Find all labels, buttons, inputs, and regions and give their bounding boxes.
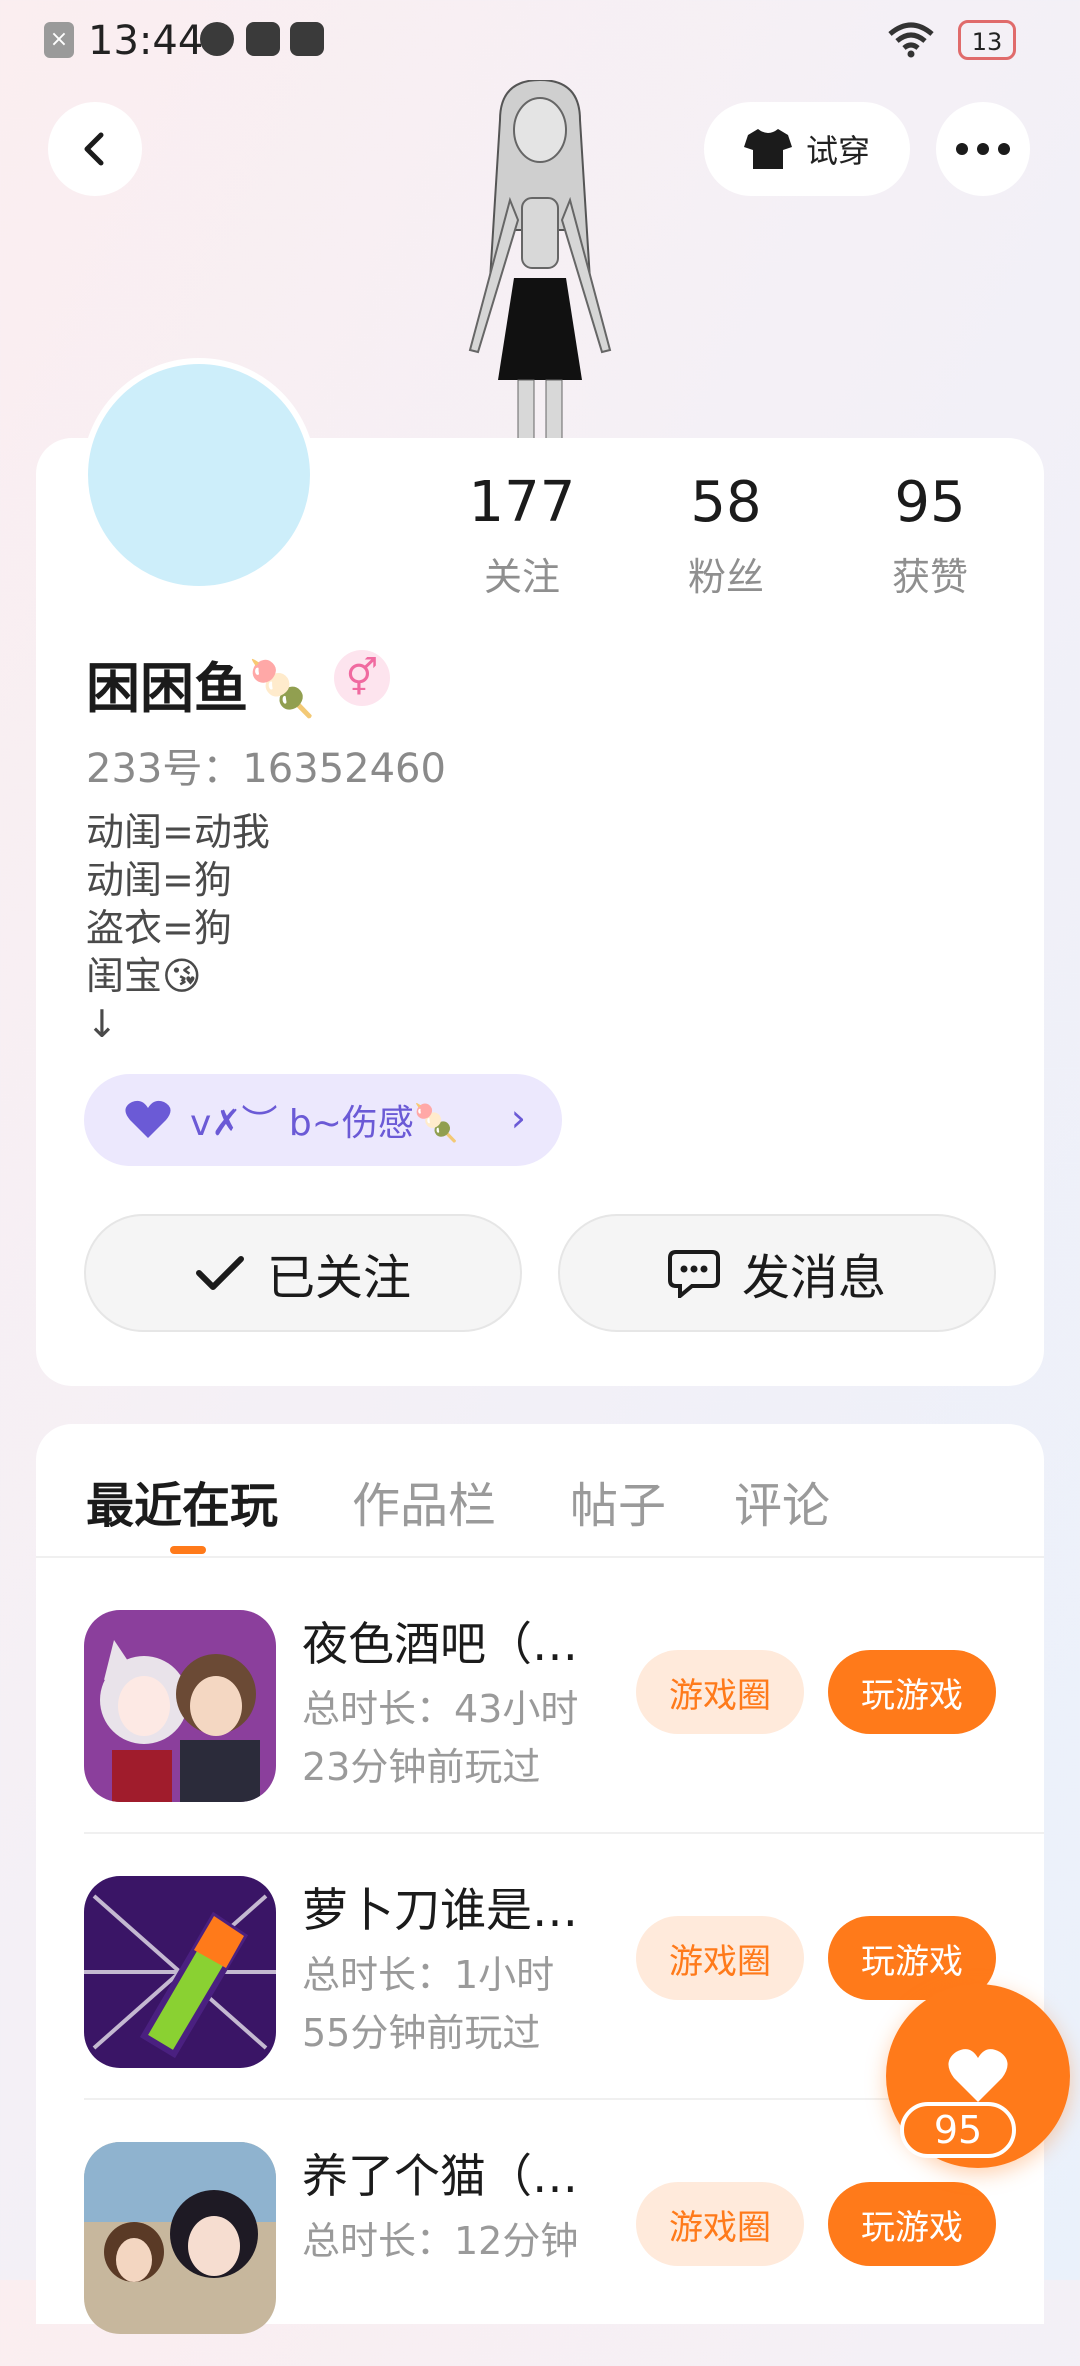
game-title: 夜色酒吧（… <box>302 1617 578 1671</box>
game-title: 萝卜刀谁是… <box>302 1883 578 1937</box>
bio-line: 动闺=动我 <box>86 810 270 854</box>
tag-text: v✗︶ b~伤感🍡 <box>190 1103 459 1144</box>
user-id[interactable]: 233号：16352460 <box>86 736 446 794</box>
try-on-label: 试穿 <box>805 132 870 170</box>
game-duration: 总时长：1小时 <box>302 1953 555 1997</box>
stat-likes[interactable]: 95 获赞 <box>850 468 1010 601</box>
game-row[interactable]: 养了个猫（… 总时长：12分钟 游戏圈 玩游戏 <box>36 2100 1044 2366</box>
stat-followers[interactable]: 58 粉丝 <box>646 468 806 601</box>
game-circle-button[interactable]: 游戏圈 <box>636 1650 804 1734</box>
check-icon <box>195 1256 244 1290</box>
status-time: 13:44 <box>88 18 204 64</box>
tab-comments[interactable]: 评论 <box>734 1466 830 1536</box>
status-bar: × 13:44 13 <box>0 0 1080 84</box>
heart-icon <box>948 2049 1008 2102</box>
game-circle-button[interactable]: 游戏圈 <box>636 2182 804 2266</box>
video-notification-icon <box>246 22 280 56</box>
followers-count: 58 <box>690 470 762 535</box>
followed-button[interactable]: 已关注 <box>84 1214 522 1332</box>
notification-icon: × <box>44 22 74 58</box>
profile-tag[interactable]: v✗︶ b~伤感🍡 › <box>84 1074 562 1166</box>
avatar-figure[interactable] <box>430 80 650 440</box>
try-on-button[interactable]: 试穿 <box>704 102 910 196</box>
stat-following[interactable]: 177 关注 <box>442 468 602 601</box>
bio-line: 盗衣=狗 <box>86 906 232 950</box>
bio-line: ↓ <box>86 1002 118 1046</box>
back-button[interactable] <box>48 102 142 196</box>
avatar[interactable] <box>82 358 316 592</box>
wifi-icon <box>888 22 934 58</box>
dango-emoji: 🍡 <box>248 657 316 720</box>
tab-divider <box>36 1556 1044 1558</box>
play-game-button[interactable]: 玩游戏 <box>828 1650 996 1734</box>
likes-count: 95 <box>894 470 966 535</box>
app-notification-icon <box>200 22 234 56</box>
message-button[interactable]: 发消息 <box>558 1214 996 1332</box>
game-icon[interactable] <box>84 1876 276 2068</box>
tab-active-indicator <box>170 1546 206 1554</box>
nickname: 困困鱼🍡 <box>86 644 315 723</box>
bio: 动闺=动我 动闺=狗 盗衣=狗 闺宝😘 ↓ <box>86 808 270 1048</box>
nickname-text: 困困鱼 <box>86 657 248 720</box>
tab-recently-played[interactable]: 最近在玩 <box>86 1466 278 1536</box>
tab-posts[interactable]: 帖子 <box>570 1466 666 1536</box>
more-dots-icon <box>956 143 1010 155</box>
heart-icon <box>125 1100 171 1138</box>
likes-label: 获赞 <box>891 555 968 599</box>
message-label: 发消息 <box>741 1250 886 1306</box>
game-title: 养了个猫（… <box>302 2149 578 2203</box>
battery-indicator: 13 <box>958 20 1016 60</box>
chat-bubble-icon <box>667 1250 720 1298</box>
more-button[interactable] <box>936 102 1030 196</box>
game-duration: 总时长：43小时 <box>302 1687 579 1731</box>
gender-icon: ⚥ <box>334 650 390 706</box>
game-row[interactable]: 夜色酒吧（… 总时长：43小时 23分钟前玩过 游戏圈 玩游戏 <box>36 1568 1044 1834</box>
following-label: 关注 <box>483 555 560 599</box>
game-icon[interactable] <box>84 1610 276 1802</box>
following-count: 177 <box>468 470 576 535</box>
chevron-right-icon: › <box>510 1096 526 1140</box>
bio-line: 动闺=狗 <box>86 858 232 902</box>
game-last-played: 23分钟前玩过 <box>302 1745 541 1789</box>
back-arrow-icon <box>84 132 104 166</box>
tab-works[interactable]: 作品栏 <box>352 1466 496 1536</box>
game-last-played: 55分钟前玩过 <box>302 2011 541 2055</box>
shirt-icon <box>743 129 792 169</box>
followed-label: 已关注 <box>266 1250 411 1306</box>
game-duration: 总时长：12分钟 <box>302 2219 579 2263</box>
followers-label: 粉丝 <box>687 555 764 599</box>
game-icon[interactable] <box>84 2142 276 2334</box>
play-game-button[interactable]: 玩游戏 <box>828 2182 996 2266</box>
like-count-badge: 95 <box>900 2102 1016 2158</box>
game-circle-button[interactable]: 游戏圈 <box>636 1916 804 2000</box>
bio-line: 闺宝😘 <box>86 954 202 998</box>
message-notification-icon <box>290 22 324 56</box>
